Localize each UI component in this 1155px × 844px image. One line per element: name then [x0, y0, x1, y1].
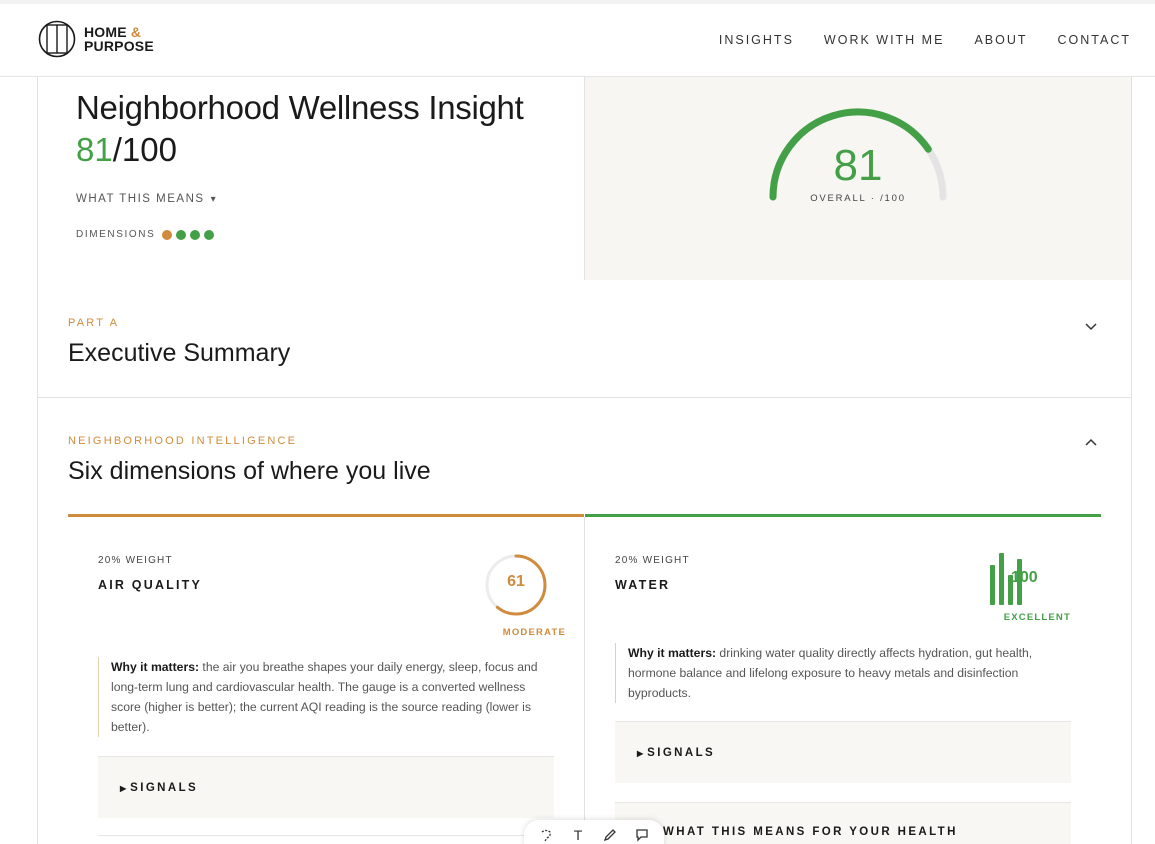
dimension-weight: 20% WEIGHT — [98, 555, 173, 566]
dimension-dot[interactable] — [176, 229, 187, 240]
gauge-label: OVERALL · /100 — [810, 193, 906, 204]
hero-summary: Neighborhood Wellness Insight 81/100 WHA… — [38, 77, 585, 280]
health-meaning-label: WHAT THIS MEANS FOR YOUR HEALTH — [663, 826, 958, 838]
dimension-dots — [162, 229, 215, 240]
header-top-strip — [0, 0, 1155, 4]
dimension-name: AIR QUALITY — [98, 578, 203, 592]
section-executive-summary[interactable]: PART A Executive Summary — [38, 281, 1131, 398]
dimension-name: WATER — [615, 578, 671, 592]
why-label: Why it matters: — [111, 660, 200, 674]
section-title: Six dimensions of where you live — [68, 457, 431, 485]
chevron-down-icon[interactable] — [1083, 319, 1099, 335]
comment-icon[interactable] — [633, 826, 651, 844]
overall-gauge-panel: 81 OVERALL · /100 — [585, 77, 1131, 280]
nav-contact[interactable]: CONTACT — [1058, 33, 1132, 47]
dimension-score: 61 — [507, 573, 525, 590]
health-meaning-toggle[interactable]: WHAT THIS MEANS FOR YOUR HEALTH — [615, 802, 1071, 844]
nav-work-with-me[interactable]: WORK WITH ME — [824, 33, 945, 47]
next-accordion-edge — [98, 835, 554, 844]
dimensions-label: DIMENSIONS — [76, 229, 156, 240]
nav-insights[interactable]: INSIGHTS — [719, 33, 794, 47]
signals-text: SIGNALS — [647, 747, 716, 759]
section-eyebrow: NEIGHBORHOOD INTELLIGENCE — [68, 435, 298, 447]
brand-logo[interactable]: HOME & PURPOSE — [38, 20, 154, 58]
hero-score-suffix: /100 — [112, 131, 177, 168]
dimension-dot[interactable] — [162, 229, 173, 240]
hero-score: 81/100 — [76, 131, 177, 169]
chevron-up-icon[interactable] — [1083, 434, 1099, 450]
dimension-status: MODERATE — [502, 627, 566, 638]
dimension-score: 100 — [1011, 569, 1038, 586]
dimension-status: EXCELLENT — [1003, 612, 1071, 623]
page-title: Neighborhood Wellness Insight — [76, 89, 524, 126]
what-this-means-label: WHAT THIS MEANS — [76, 193, 205, 205]
what-this-means-toggle[interactable]: WHAT THIS MEANS ▾ — [76, 193, 217, 205]
section-eyebrow: PART A — [68, 317, 120, 329]
signals-text: SIGNALS — [130, 782, 199, 794]
logo-mark-icon — [38, 20, 76, 58]
signals-label: ▶ SIGNALS — [637, 747, 715, 759]
hero-score-value: 81 — [76, 131, 113, 168]
dimension-dot[interactable] — [204, 229, 215, 240]
signals-toggle[interactable]: ▶ SIGNALS — [615, 721, 1071, 783]
main-nav: INSIGHTS WORK WITH ME ABOUT CONTACT — [719, 33, 1131, 47]
why-it-matters: Why it matters: the air you breathe shap… — [98, 657, 548, 737]
lasso-icon[interactable] — [537, 826, 555, 844]
signals-toggle[interactable]: ▶ SIGNALS — [98, 756, 554, 818]
expand-triangle-icon: ▶ — [120, 784, 127, 793]
text-icon[interactable]: T — [569, 826, 587, 844]
brand-line2: PURPOSE — [84, 38, 154, 54]
signals-label: ▶ SIGNALS — [120, 782, 198, 794]
why-it-matters: Why it matters: drinking water quality d… — [615, 643, 1071, 703]
nav-about[interactable]: ABOUT — [974, 33, 1027, 47]
dimension-card-air-quality: 20% WEIGHT AIR QUALITY 61 MODERATE Why i… — [68, 517, 584, 844]
report-frame: Neighborhood Wellness Insight 81/100 WHA… — [37, 77, 1132, 844]
site-header: HOME & PURPOSE INSIGHTS WORK WITH ME ABO… — [0, 0, 1155, 77]
gauge-value: 81 — [833, 141, 883, 190]
chevron-down-icon: ▾ — [210, 193, 218, 205]
dimension-dot[interactable] — [190, 229, 201, 240]
section-title: Executive Summary — [68, 339, 291, 367]
dimension-weight: 20% WEIGHT — [615, 555, 690, 566]
pen-icon[interactable] — [601, 826, 619, 844]
section-neighborhood-intelligence: NEIGHBORHOOD INTELLIGENCE Six dimensions… — [38, 399, 1131, 844]
why-label: Why it matters: — [628, 646, 717, 660]
hero-panel: Neighborhood Wellness Insight 81/100 WHA… — [38, 77, 1131, 280]
dimensions-indicator: DIMENSIONS — [76, 229, 215, 240]
annotation-toolbar: T — [524, 820, 664, 844]
brand-name: HOME & PURPOSE — [84, 25, 154, 53]
dimension-card-water: 20% WEIGHT WATER 100 EXCELLENT Why it ma… — [585, 517, 1101, 844]
expand-triangle-icon: ▶ — [637, 749, 644, 758]
